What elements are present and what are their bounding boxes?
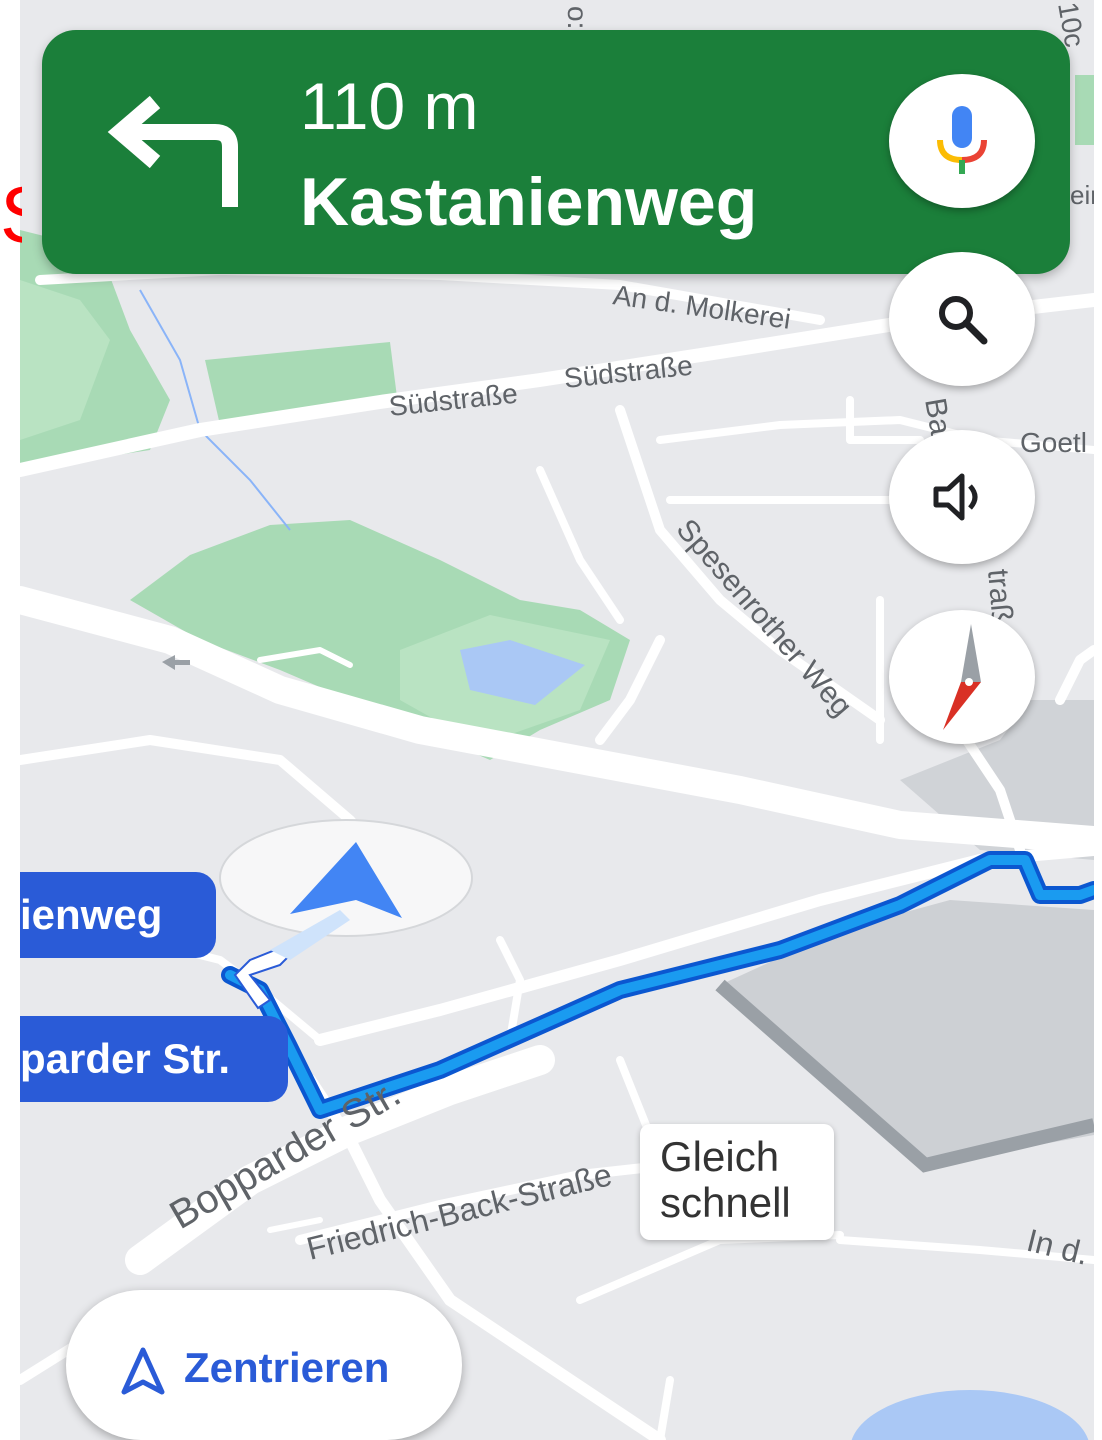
map-label: An d. Molkerei — [611, 279, 793, 335]
map-label: Südstraße — [387, 378, 519, 422]
route-label-next: parder Str. — [20, 1016, 288, 1102]
route-label-next-text: parder Str. — [20, 1035, 231, 1082]
water-area — [851, 1390, 1089, 1440]
compass-button[interactable] — [889, 610, 1035, 744]
callout-line-1: Gleich — [660, 1133, 780, 1180]
search-button[interactable] — [889, 252, 1035, 386]
maneuver-distance: 110 m — [300, 69, 479, 143]
microphone-icon — [937, 106, 987, 174]
sound-button[interactable] — [889, 430, 1035, 564]
right-border — [1094, 0, 1102, 1440]
map-label: Goetl — [1020, 427, 1087, 458]
speaker-icon — [933, 473, 978, 521]
map-label: Südstraße — [562, 350, 694, 394]
route-label-current-text: ienweg — [20, 891, 163, 938]
map-label: Spesenrother Weg — [670, 513, 859, 723]
recenter-label[interactable]: Zentrieren — [184, 1340, 389, 1396]
callout-line-2: schnell — [660, 1179, 791, 1226]
navigation-arrow-icon — [121, 1347, 165, 1395]
voice-search-button[interactable] — [889, 74, 1035, 208]
compass-icon — [943, 624, 981, 730]
map-label: Friedrich-Back-Straße — [303, 1156, 615, 1267]
search-icon — [939, 296, 988, 345]
route-comparison-callout[interactable]: Gleich schnell — [640, 1124, 834, 1240]
red-letter-fragment: S — [0, 170, 22, 260]
park-area — [1075, 75, 1094, 145]
map-label: eir — [1070, 180, 1094, 210]
route-label-current: ienweg — [20, 872, 216, 958]
turn-left-icon — [107, 95, 238, 207]
maneuver-street: Kastanienweg — [300, 164, 758, 240]
map-label: In d. — [1023, 1222, 1092, 1272]
map-label: o: — [562, 6, 593, 29]
